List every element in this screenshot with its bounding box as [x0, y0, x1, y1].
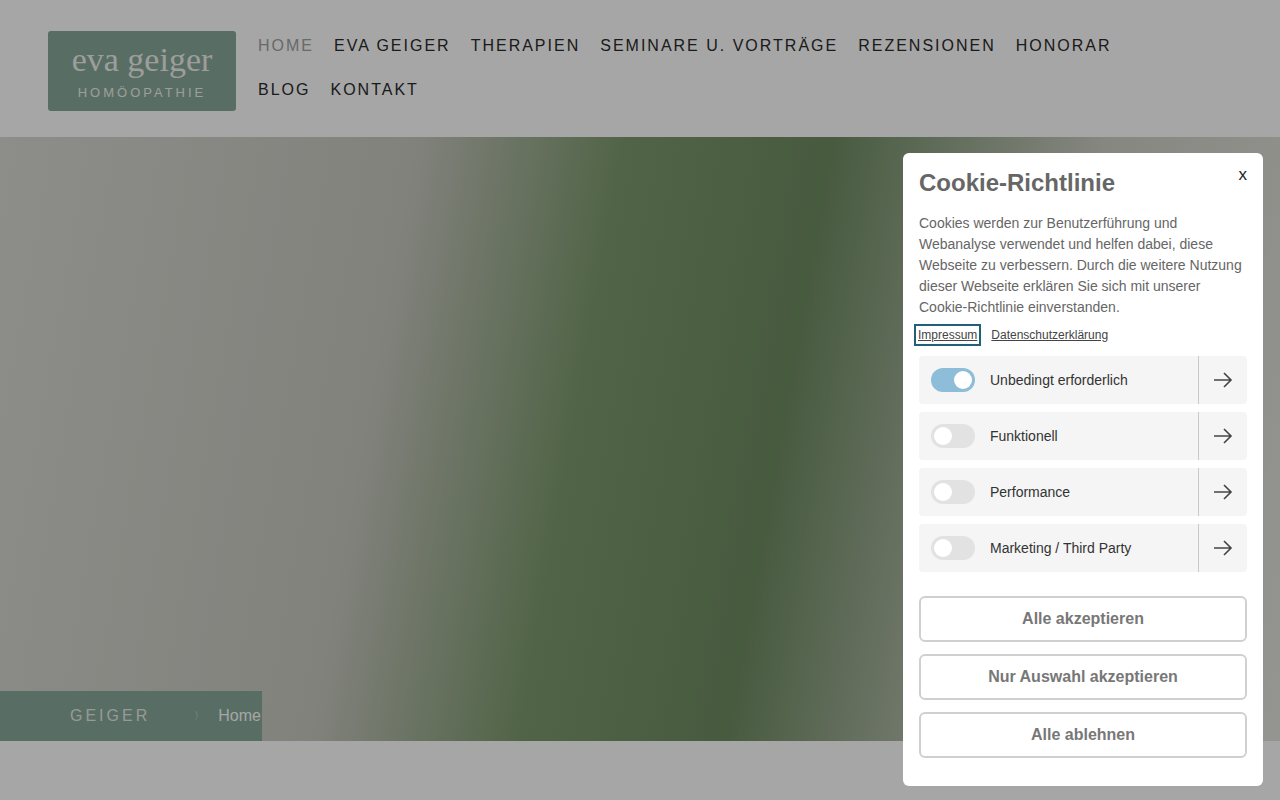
category-label: Marketing / Third Party [990, 540, 1198, 556]
arrow-right-icon [1213, 540, 1233, 556]
category-toggle[interactable] [931, 536, 975, 560]
cookie-dialog: Cookie-Richtlinie x Cookies werden zur Ben… [903, 153, 1263, 786]
consent-button[interactable]: Alle akzeptieren [919, 596, 1247, 642]
dialog-title: Cookie-Richtlinie [919, 169, 1115, 197]
close-button[interactable]: x [1231, 165, 1248, 185]
category-details-button[interactable] [1198, 524, 1247, 572]
category-label: Unbedingt erforderlich [990, 372, 1198, 388]
category-toggle[interactable] [931, 368, 975, 392]
consent-button[interactable]: Nur Auswahl akzeptieren [919, 654, 1247, 700]
category-row: Funktionell [919, 412, 1247, 460]
category-toggle[interactable] [931, 424, 975, 448]
category-toggle[interactable] [931, 480, 975, 504]
dialog-link[interactable]: Impressum [916, 326, 979, 344]
category-details-button[interactable] [1198, 356, 1247, 404]
page: eva geigerHOMÖOPATHIEHOMEEVA GEIGERTHERA… [0, 0, 1280, 800]
category-row: Unbedingt erforderlich [919, 356, 1247, 404]
dialog-link[interactable]: Datenschutzerklärung [989, 326, 1110, 344]
arrow-right-icon [1213, 484, 1233, 500]
dialog-links: Impressum Datenschutzerklärung [919, 326, 1247, 344]
arrow-right-icon [1213, 428, 1233, 444]
dialog-text: Cookies werden zur Benutzerführung und W… [919, 213, 1247, 318]
arrow-right-icon [1213, 372, 1233, 388]
category-row: Performance [919, 468, 1247, 516]
consent-button[interactable]: Alle ablehnen [919, 712, 1247, 758]
category-row: Marketing / Third Party [919, 524, 1247, 572]
category-details-button[interactable] [1198, 412, 1247, 460]
category-label: Funktionell [990, 428, 1198, 444]
category-label: Performance [990, 484, 1198, 500]
cookie-categories: Unbedingt erforderlich Funktionell Perform… [919, 356, 1247, 572]
category-details-button[interactable] [1198, 468, 1247, 516]
dialog-buttons: Alle akzeptieren Nur Auswahl akzeptieren A… [919, 596, 1247, 758]
dialog-header: Cookie-Richtlinie x [919, 165, 1247, 197]
